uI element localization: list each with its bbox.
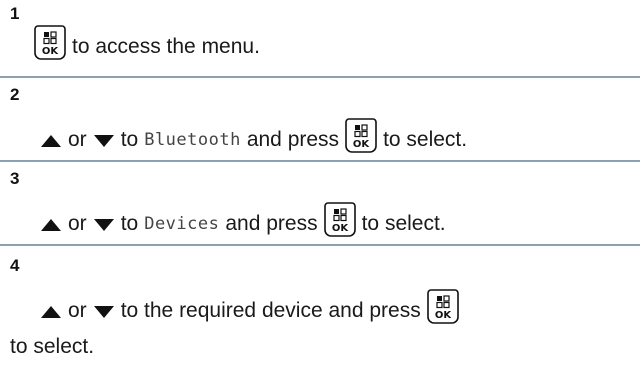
down-arrow-icon — [93, 305, 115, 319]
select-text: to select. — [10, 335, 95, 358]
or-text: or — [68, 128, 87, 151]
menu-item-devices: Devices — [144, 214, 220, 234]
step-number: 4 — [10, 256, 20, 275]
up-arrow-icon — [40, 134, 62, 148]
step-text: to the required device and press — [120, 299, 421, 322]
step-2-line: or to Bluetooth and press OK to select. — [40, 117, 467, 153]
ok-menu-key-icon: OK — [323, 201, 356, 237]
step-4-line-1: or to the required device and press OK — [40, 288, 459, 324]
divider — [0, 76, 640, 78]
step-text: to access the menu. — [72, 35, 260, 58]
select-text: to select. — [383, 128, 468, 151]
ok-menu-key-icon: OK — [426, 288, 459, 324]
svg-text:OK: OK — [435, 310, 453, 321]
or-text: or — [68, 299, 87, 322]
or-text: or — [68, 212, 87, 235]
press-text: and press — [225, 212, 318, 235]
ok-menu-key-icon: OK — [34, 24, 66, 60]
up-arrow-icon — [40, 305, 62, 319]
down-arrow-icon — [93, 218, 115, 232]
svg-text:OK: OK — [42, 46, 60, 57]
up-arrow-icon — [40, 218, 62, 232]
step-3-line: or to Devices and press OK to select. — [40, 201, 446, 237]
step-1-line: OK to access the menu. — [34, 24, 260, 60]
divider — [0, 244, 640, 246]
svg-text:OK: OK — [331, 223, 349, 234]
ok-menu-key-icon: OK — [345, 117, 377, 153]
select-text: to select. — [361, 212, 446, 235]
step-number: 2 — [10, 85, 20, 104]
to-text: to — [120, 212, 139, 235]
down-arrow-icon — [93, 134, 115, 148]
to-text: to — [120, 128, 139, 151]
step-number: 3 — [10, 169, 20, 188]
divider — [0, 160, 640, 162]
svg-text:OK: OK — [353, 139, 371, 150]
menu-item-bluetooth: Bluetooth — [144, 130, 241, 150]
press-text: and press — [246, 128, 340, 151]
step-4-line-2: to select. — [10, 334, 94, 360]
step-number: 1 — [10, 4, 20, 23]
